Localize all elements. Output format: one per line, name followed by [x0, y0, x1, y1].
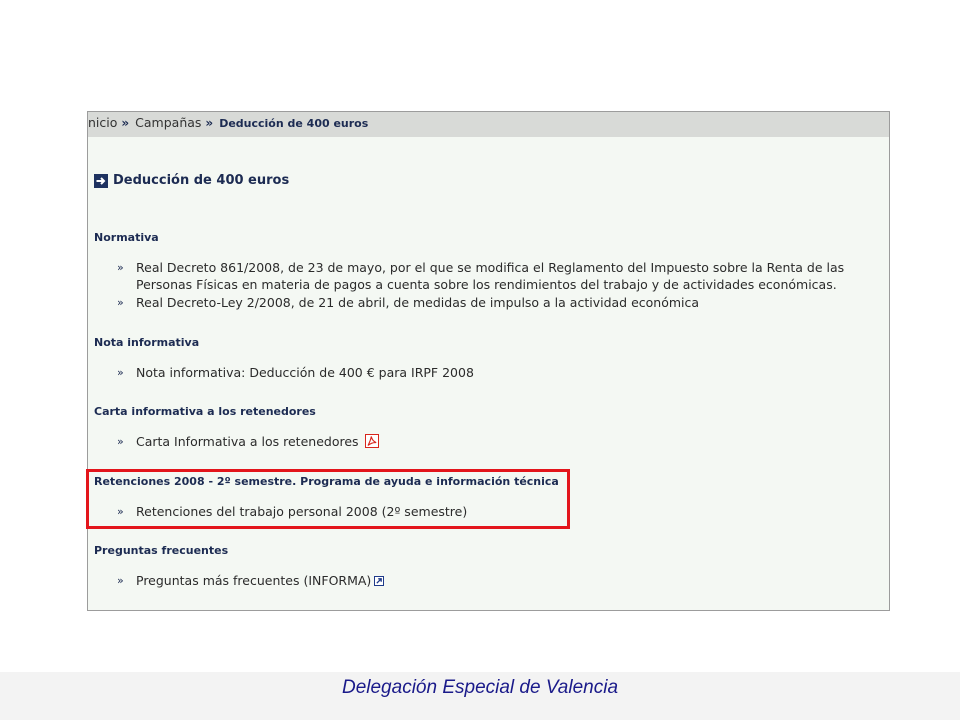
- section-nota-informativa: Nota informativa » Nota informativa: Ded…: [94, 335, 881, 382]
- breadcrumb-separator: »: [121, 116, 130, 130]
- footer: Delegación Especial de Valencia: [0, 672, 960, 720]
- page-title-block: Deducción de 400 euros: [94, 173, 289, 189]
- link-carta-informativa[interactable]: Carta Informativa a los retenedores: [136, 434, 359, 449]
- list-item: » Real Decreto-Ley 2/2008, de 21 de abri…: [94, 294, 881, 311]
- link-real-decreto-861-2008[interactable]: Real Decreto 861/2008, de 23 de mayo, po…: [136, 260, 844, 292]
- bullet-icon: »: [117, 261, 124, 274]
- breadcrumb-current: Deducción de 400 euros: [219, 117, 369, 130]
- pdf-icon[interactable]: [364, 434, 379, 448]
- link-real-decreto-ley-2-2008[interactable]: Real Decreto-Ley 2/2008, de 21 de abril,…: [136, 295, 699, 310]
- list-item: » Real Decreto 861/2008, de 23 de mayo, …: [94, 259, 881, 293]
- content-frame: nicio » Campañas » Deducción de 400 euros De…: [87, 111, 890, 611]
- section-heading: Carta informativa a los retenedores: [94, 405, 316, 418]
- page-title: Deducción de 400 euros: [113, 173, 290, 188]
- bullet-icon: »: [117, 435, 124, 448]
- arrow-right-icon: [94, 174, 108, 188]
- link-nota-informativa[interactable]: Nota informativa: Deducción de 400 € par…: [136, 365, 474, 380]
- section-heading: Preguntas frecuentes: [94, 544, 229, 557]
- link-preguntas-frecuentes[interactable]: Preguntas más frecuentes (INFORMA): [136, 573, 371, 588]
- link-list: » Nota informativa: Deducción de 400 € p…: [94, 364, 881, 381]
- breadcrumb-link-campaigns[interactable]: Campañas: [135, 115, 201, 130]
- link-list: » Real Decreto 861/2008, de 23 de mayo, …: [94, 259, 881, 311]
- section-normativa: Normativa » Real Decreto 861/2008, de 23…: [94, 230, 881, 312]
- bullet-icon: »: [117, 574, 124, 587]
- link-list: » Preguntas más frecuentes (INFORMA): [94, 572, 881, 589]
- list-item: » Nota informativa: Deducción de 400 € p…: [94, 364, 881, 381]
- bullet-icon: »: [117, 296, 124, 309]
- section-preguntas-frecuentes: Preguntas frecuentes » Preguntas más fre…: [94, 543, 881, 590]
- list-item: » Preguntas más frecuentes (INFORMA): [94, 572, 881, 589]
- external-link-icon[interactable]: [374, 576, 385, 586]
- footer-text: Delegación Especial de Valencia: [341, 677, 619, 698]
- highlight-box: [86, 469, 570, 529]
- link-list: » Carta Informativa a los retenedores: [94, 433, 881, 450]
- section-heading: Normativa: [94, 231, 159, 244]
- breadcrumb-link-home[interactable]: nicio: [88, 115, 117, 130]
- breadcrumb-separator: »: [205, 116, 214, 130]
- breadcrumb: nicio » Campañas » Deducción de 400 euros: [88, 112, 889, 137]
- bullet-icon: »: [117, 366, 124, 379]
- list-item: » Carta Informativa a los retenedores: [94, 433, 881, 450]
- section-heading: Nota informativa: [94, 336, 200, 349]
- section-carta-informativa: Carta informativa a los retenedores » Ca…: [94, 404, 881, 451]
